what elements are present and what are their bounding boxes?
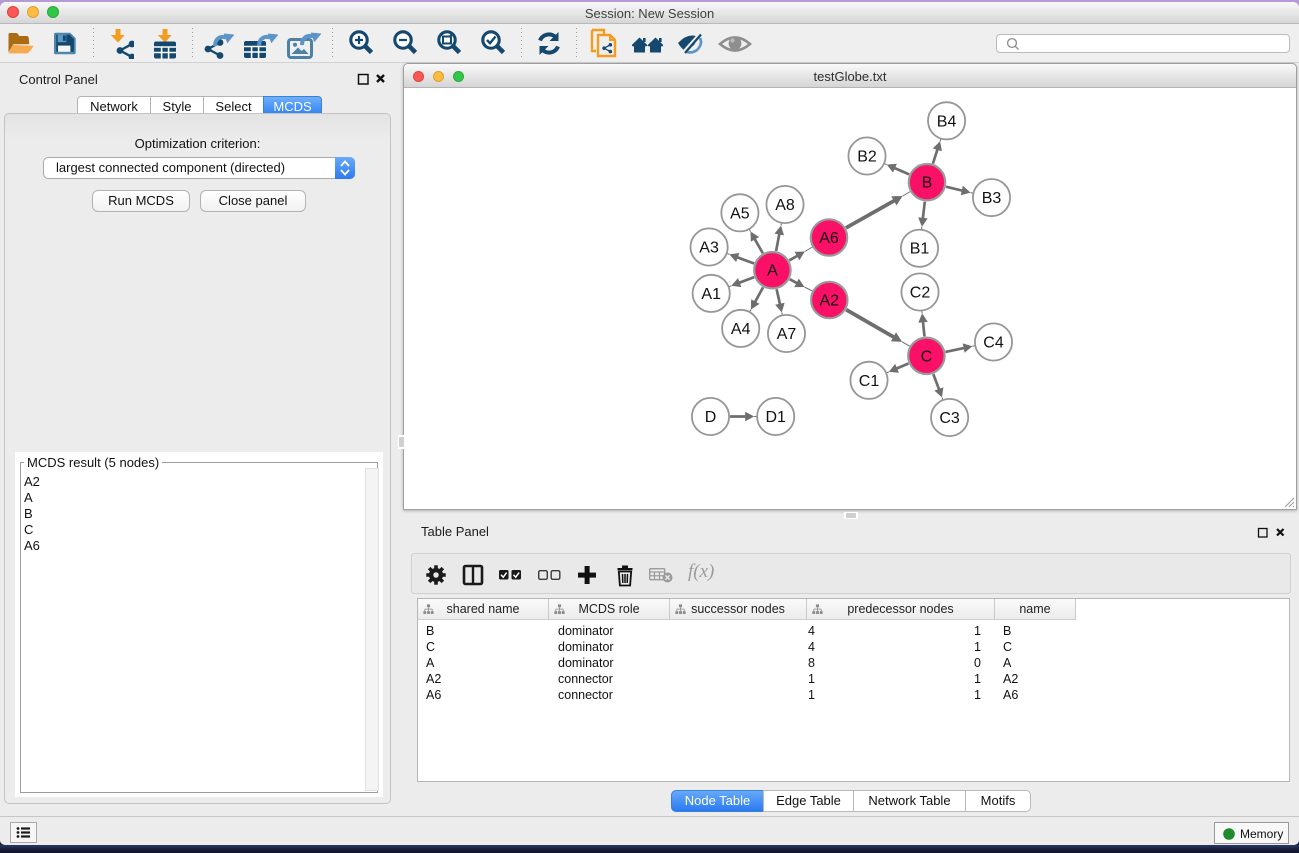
svg-text:A8: A8 (775, 197, 795, 214)
svg-text:B1: B1 (910, 241, 930, 258)
svg-text:B3: B3 (982, 190, 1002, 207)
svg-text:C1: C1 (859, 373, 880, 390)
svg-text:C2: C2 (910, 285, 931, 302)
svg-text:A1: A1 (701, 286, 721, 303)
svg-text:C4: C4 (983, 335, 1004, 352)
svg-text:B: B (922, 175, 933, 192)
svg-text:A2: A2 (820, 293, 840, 310)
svg-text:A4: A4 (731, 321, 751, 338)
svg-text:A7: A7 (777, 326, 797, 343)
svg-text:D: D (705, 409, 717, 426)
svg-text:A6: A6 (819, 230, 839, 247)
svg-text:B2: B2 (857, 149, 877, 166)
svg-text:C3: C3 (939, 410, 960, 427)
svg-text:B4: B4 (937, 113, 957, 130)
svg-text:A: A (767, 263, 778, 280)
svg-text:C: C (921, 348, 933, 365)
svg-text:A3: A3 (699, 240, 719, 257)
svg-text:A5: A5 (730, 205, 750, 222)
svg-text:D1: D1 (765, 409, 786, 426)
